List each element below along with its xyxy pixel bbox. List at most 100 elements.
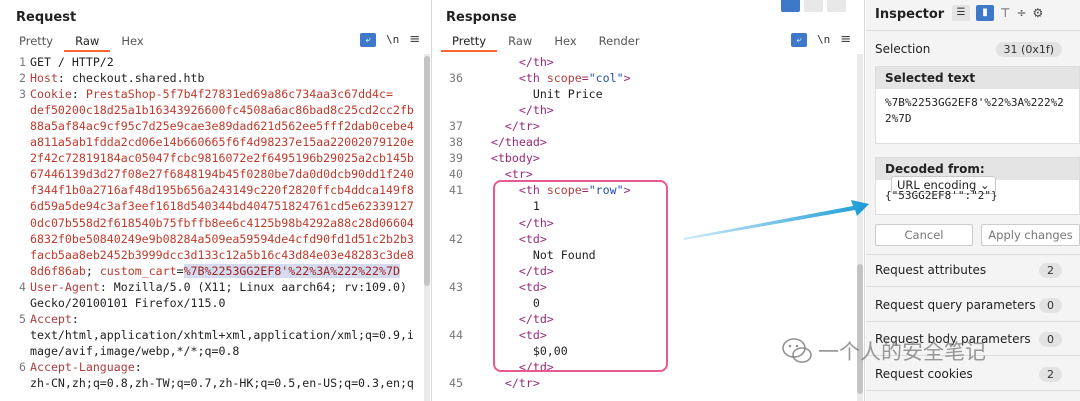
request-scrollbar-thumb[interactable] — [424, 56, 430, 286]
code-token: 8d6f86ab — [30, 263, 86, 278]
layout-horizontal-icon[interactable] — [804, 0, 823, 12]
response-toolbar: ⤶ \n ≡ — [791, 32, 851, 47]
code-token: : checkout.shared.htb — [57, 71, 205, 86]
show-newlines-button[interactable]: \n — [386, 33, 399, 46]
code-token: text/html,application/xhtml+xml,applicat… — [30, 327, 414, 342]
code-line[interactable]: Accept: — [30, 311, 79, 327]
code-token: PrestaShop-5f7b4f27831ed69a86c734aa3c67d… — [85, 87, 393, 102]
code-line[interactable]: 0dc07b558d2f618540b75fbffb8ee6c4125b98b4… — [30, 215, 414, 231]
wrap-lines-icon[interactable]: ⤶ — [791, 32, 807, 47]
request-scrollbar[interactable] — [424, 54, 430, 401]
code-line[interactable]: mage/avif,image/webp,*/*;q=0.8 — [30, 343, 239, 359]
code-line[interactable]: Host: checkout.shared.htb — [30, 70, 205, 86]
code-line[interactable]: facb5aa8eb2452b3999dcc3d133c12a5b16c43d8… — [30, 247, 414, 263]
decoded-from-row: Decoded from: URL encoding ⌄ — [876, 158, 1079, 194]
code-token: <tbody> — [477, 151, 540, 166]
code-token: : Mozilla/5.0 (X11; Linux aarch64; rv:10… — [99, 279, 407, 294]
code-line[interactable]: text/html,application/xhtml+xml,applicat… — [30, 327, 414, 343]
code-line[interactable]: </th> — [477, 102, 554, 118]
line-number: 5 — [19, 311, 26, 326]
code-token: custom_cart — [99, 263, 177, 278]
code-line[interactable]: Gecko/20100101 Firefox/115.0 — [30, 295, 225, 311]
line-number: 1 — [19, 55, 26, 69]
annotation-arrow — [683, 200, 869, 240]
layout-split-icon[interactable] — [781, 0, 800, 12]
menu-icon[interactable]: ≡ — [409, 32, 420, 47]
code-token: = — [581, 71, 589, 86]
selected-text-label: Selected text — [876, 67, 1079, 89]
line-number: 4 — [19, 279, 26, 294]
layout-vertical-icon[interactable] — [827, 0, 846, 12]
menu-icon[interactable]: ≡ — [840, 32, 851, 47]
code-line[interactable]: <th scope="col"> — [477, 70, 631, 86]
cancel-button[interactable]: Cancel — [875, 224, 973, 246]
apply-changes-button[interactable]: Apply changes — [981, 224, 1080, 246]
code-line[interactable]: zh-CN,zh;q=0.8,zh-TW;q=0.7,zh-HK;q=0.5,e… — [30, 375, 414, 391]
inspector-section-label: Request cookies — [875, 366, 973, 381]
divider — [866, 30, 1080, 31]
align-top-icon[interactable]: ⊤ — [1000, 6, 1010, 20]
response-scrollbar-thumb[interactable] — [857, 264, 863, 394]
response-tab-hex[interactable]: Hex — [543, 32, 587, 52]
code-token: "col" — [588, 71, 624, 86]
code-line[interactable]: a811a5ab1fdda2cd06e14b660665f6f4d98237e1… — [30, 134, 414, 150]
code-line[interactable]: f344f1b0a2716af48d195b656a243149c220f282… — [30, 182, 414, 198]
inspector-section-row[interactable]: Request cookies 2 — [875, 366, 1074, 382]
response-tab-pretty[interactable]: Pretty — [441, 32, 498, 52]
request-tab-hex[interactable]: Hex — [110, 32, 154, 52]
code-line[interactable]: </thead> — [477, 134, 547, 150]
inspector-section-row[interactable]: Request query parameters 0 — [875, 297, 1074, 313]
code-token: : — [134, 359, 142, 374]
code-token: User-Agent — [30, 279, 100, 294]
line-number: 3 — [19, 87, 26, 102]
code-line[interactable]: 6832f0be50840249e9b08284a509ea59594de4cf… — [30, 231, 414, 247]
code-line[interactable]: 88a5af84ac9cf95c7d25e9cae3e89dad621d562e… — [30, 118, 414, 134]
line-number: 41 — [449, 183, 463, 198]
code-token: : — [71, 311, 79, 326]
request-tab-pretty[interactable]: Pretty — [8, 32, 64, 52]
code-token: </tr> — [477, 119, 540, 134]
code-line[interactable]: def50200c18d25a1b16343926600fc4508a6ac86… — [30, 102, 414, 118]
code-token: </th> — [477, 103, 554, 118]
code-line[interactable]: <tbody> — [477, 150, 540, 166]
code-line[interactable]: </tr> — [477, 118, 540, 134]
list-view-icon[interactable]: ☰ — [952, 5, 970, 21]
code-token: a811a5ab1fdda2cd06e14b660665f6f4d98237e1… — [30, 135, 414, 150]
request-tab-raw[interactable]: Raw — [64, 32, 111, 52]
code-token: : — [71, 87, 86, 102]
selection-count-badge: 31 (0x1f) — [995, 42, 1062, 57]
wrap-lines-icon[interactable]: ⤶ — [360, 32, 376, 47]
line-number: 42 — [449, 231, 463, 246]
divider — [866, 389, 1080, 391]
selected-text-highlight: %7B%2253GG2EF8'%22%3A%222%22%7D — [183, 263, 400, 278]
response-tab-render[interactable]: Render — [588, 32, 651, 52]
code-line[interactable]: GET / HTTP/2 — [30, 54, 114, 70]
code-token: scope — [546, 71, 582, 86]
code-token: GET / HTTP/2 — [30, 55, 114, 69]
selected-text-value[interactable]: %7B%2253GG2EF8'%22%3A%222%2 2%7D — [876, 89, 1079, 133]
code-token: <th — [477, 71, 547, 86]
code-line[interactable]: Unit Price — [477, 86, 603, 102]
inspector-section-row[interactable]: Request attributes 2 — [875, 263, 1074, 278]
line-number: 43 — [449, 279, 463, 294]
code-line[interactable]: Accept-Language: — [30, 359, 142, 375]
code-line[interactable]: </th> — [477, 54, 554, 70]
line-number: 36 — [449, 71, 463, 86]
code-line[interactable]: 67446139d3d27f08e27f6848194b45f0280be7da… — [30, 166, 414, 182]
gear-icon[interactable]: ⚙ — [1033, 6, 1044, 20]
panel-view-icon[interactable]: ▮ — [976, 5, 994, 21]
inspector-title: Inspector — [875, 7, 945, 22]
code-token: 67446139d3d27f08e27f6848194b45f0280be7da… — [30, 167, 414, 182]
code-line[interactable]: Cookie: PrestaShop-5f7b4f27831ed69a86c73… — [30, 86, 393, 102]
show-newlines-button[interactable]: \n — [817, 33, 830, 46]
split-icon[interactable]: ÷ — [1016, 6, 1026, 20]
code-line[interactable]: 2f42c72819184ac05047fcbc9816072e2f649519… — [30, 150, 414, 166]
response-tabs: Pretty Raw Hex Render — [441, 32, 651, 52]
code-token: </th> — [477, 55, 554, 69]
code-line[interactable]: User-Agent: Mozilla/5.0 (X11; Linux aarc… — [30, 279, 407, 295]
code-line[interactable]: 8d6f86ab; custom_cart=%7B%2253GG2EF8'%22… — [30, 263, 400, 279]
response-tab-raw[interactable]: Raw — [497, 32, 543, 52]
code-line[interactable]: 6d59a5de94c3af3eef1618d540344bd404751824… — [30, 198, 414, 214]
code-line[interactable]: </tr> — [477, 375, 540, 391]
code-token: Accept — [30, 311, 72, 326]
